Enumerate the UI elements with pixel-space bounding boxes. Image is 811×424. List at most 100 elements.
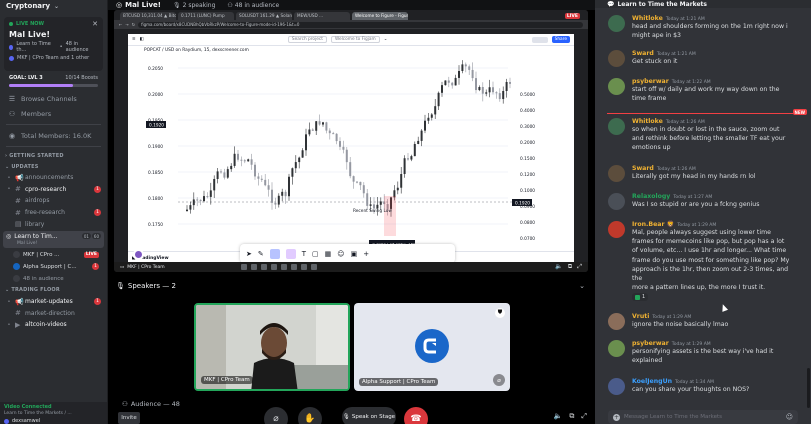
avatar[interactable] xyxy=(608,118,625,135)
shape-tool-icon[interactable] xyxy=(285,248,296,259)
user-avatar[interactable] xyxy=(4,418,9,424)
pen-tool-icon[interactable]: ✎ xyxy=(258,250,264,258)
screen-share[interactable]: BTCUSD 10,311.04 ▲ Bitcoin 0.1711 (LUNC)… xyxy=(114,10,588,272)
plus-icon[interactable]: + xyxy=(613,413,620,421)
author-name[interactable]: Sward xyxy=(632,165,654,172)
widget-icon[interactable]: ▣ xyxy=(351,250,358,258)
price-chart[interactable]: 0.20500.20000.19500.19000.18500.18000.17… xyxy=(128,46,574,258)
category-trading-floor[interactable]: ⌄ TRADING FLOOR xyxy=(0,285,107,296)
browser-tab-active[interactable]: Welcome to Figure - Figure xyxy=(352,12,408,20)
forward-icon[interactable]: → xyxy=(125,22,128,27)
reaction-chip[interactable]: 1 xyxy=(632,293,649,302)
author-name[interactable]: Whitloke xyxy=(632,118,663,125)
avatar[interactable] xyxy=(608,193,625,210)
channel-market-direction[interactable]: # market-direction xyxy=(0,308,107,320)
plus-icon[interactable]: + xyxy=(363,250,369,258)
stage-speaker[interactable]: Alpha Support | C... 1 xyxy=(0,261,107,273)
live-stage-card[interactable]: LIVE NOW ✕ Mal Live! Learn to Time th...… xyxy=(4,17,103,71)
popout-icon[interactable]: ⧉ xyxy=(569,412,574,421)
total-members[interactable]: ◉ Total Members: 16.0K xyxy=(0,128,107,143)
sticky-note-icon[interactable] xyxy=(269,248,280,259)
reload-icon[interactable]: ↻ xyxy=(132,22,135,27)
channel-cpro-research[interactable]: • # cpro-research 1 xyxy=(0,184,107,196)
channel-announcements[interactable]: • 📢 announcements xyxy=(0,172,107,184)
fullscreen-icon[interactable]: ⤢ xyxy=(581,412,587,421)
avatar[interactable] xyxy=(608,165,625,182)
invite-button[interactable]: Invite xyxy=(118,412,140,424)
welcome-tab[interactable]: Welcome to Figjam xyxy=(330,36,380,43)
chat-message[interactable]: psyberwar Today at 1:22 AM start off w/ da… xyxy=(595,77,805,103)
avatar[interactable] xyxy=(608,378,625,395)
members[interactable]: ⚇ Members xyxy=(0,106,107,121)
speaker-tile-avatar[interactable]: ⛊ Alpha Support | CPro Team ⌀ xyxy=(354,303,510,391)
emoji-icon[interactable]: ☺ xyxy=(786,413,793,421)
chat-message[interactable]: Relaxology Today at 1:27 AM Was I so stupi… xyxy=(595,192,805,210)
stage-channel[interactable]: ◎ Learn to Tim... 01 60 Mal Live! xyxy=(3,230,104,248)
chat-message[interactable]: Sward Today at 1:21 AM Get stuck on it xyxy=(595,49,805,67)
author-name[interactable]: Relaxology xyxy=(632,193,670,200)
author-name[interactable]: KoelJengUn xyxy=(632,378,672,385)
chat-message[interactable]: Sward Today at 1:26 AM Literally got my he… xyxy=(595,164,805,182)
raise-hand-button[interactable]: ✋ xyxy=(298,407,322,424)
speaker-tile-video[interactable]: MKF | CPro Team xyxy=(194,303,350,391)
author-name[interactable]: Whitloke xyxy=(632,15,663,22)
stage-speaker[interactable]: MKF | CPro ... LIVE xyxy=(0,249,107,261)
mute-button[interactable]: ⌀ xyxy=(264,407,288,424)
url-field[interactable]: figma.com/board/x8CUDNBhQbVbRkzP/Welcome… xyxy=(138,21,583,28)
avatar xyxy=(13,251,20,259)
browser-tab[interactable]: SOLUSDT 161.29 ▲ Solana xyxy=(236,12,292,20)
server-header[interactable]: Cryptonary ⌄ xyxy=(0,0,107,12)
back-icon[interactable]: ← xyxy=(119,22,122,27)
stage-audience[interactable]: 48 in audience xyxy=(0,273,107,285)
chat-scrollbar[interactable] xyxy=(807,368,810,408)
close-icon[interactable]: ✕ xyxy=(92,20,98,28)
voice-channel[interactable]: Learn to Time the Markets / ... xyxy=(4,411,103,416)
avatar[interactable] xyxy=(608,340,625,357)
avatar[interactable] xyxy=(608,221,625,238)
author-name[interactable]: psyberwar xyxy=(632,340,669,347)
boost-goal-row[interactable]: GOAL: LVL 3 10/14 Boosts xyxy=(0,75,107,81)
browser-tab[interactable]: BTCUSD 10,311.04 ▲ Bitcoin xyxy=(120,12,176,20)
message-text: and rethink before letting the smaller T… xyxy=(632,135,786,143)
channel-market-updates[interactable]: • 📢 market-updates 1 xyxy=(0,296,107,308)
channel-airdrops[interactable]: # airdrops xyxy=(0,195,107,207)
avatar[interactable] xyxy=(608,78,625,95)
text-tool-icon[interactable]: T xyxy=(302,250,306,258)
category-updates[interactable]: ⌄ UPDATES xyxy=(0,161,107,172)
browse-channels[interactable]: ☰ Browse Channels xyxy=(0,91,107,106)
avatar[interactable] xyxy=(608,50,625,67)
author-name[interactable]: Sward xyxy=(632,50,654,57)
volume-icon[interactable]: 🔈 xyxy=(555,263,562,271)
author-name[interactable]: Iron.Bear 🦁 xyxy=(632,221,674,228)
author-name[interactable]: psyberwar xyxy=(632,78,669,85)
cursor-tool-icon[interactable]: ➤ xyxy=(246,250,252,258)
menu-icon[interactable]: ≡ xyxy=(132,37,136,42)
popout-icon[interactable]: ⧉ xyxy=(568,263,572,271)
browser-tab[interactable]: MEW/USD ... xyxy=(294,12,350,20)
chat-message[interactable]: psyberwar Today at 1:29 AM personifying as… xyxy=(595,339,805,365)
category-getting-started[interactable]: › GETTING STARTED xyxy=(0,150,107,161)
chat-message-input[interactable]: + Message Learn to Time the Markets ☺ xyxy=(608,410,798,424)
speak-on-stage-button[interactable]: 🎙 Speak on Stage xyxy=(342,407,396,424)
chat-message[interactable]: KoelJengUn Today at 1:34 AM can you share … xyxy=(595,377,805,395)
search-project[interactable]: Search project xyxy=(287,36,327,43)
chat-message[interactable]: Vruti Today at 1:29 AM ignore the noise ba… xyxy=(595,312,805,330)
chat-message[interactable]: Iron.Bear 🦁 Today at 1:29 AM Mal, people a… xyxy=(595,220,805,302)
avatar[interactable] xyxy=(608,313,625,330)
chat-message[interactable]: Whitloke Today at 1:26 AM so when in doubt… xyxy=(595,117,805,153)
leave-stage-button[interactable]: ☎ xyxy=(404,407,428,424)
chevron-down-icon[interactable]: ⌄ xyxy=(579,282,585,290)
channel-free-research[interactable]: # free-research 1 xyxy=(0,207,107,219)
channel-library[interactable]: ▤ library xyxy=(0,218,107,230)
chat-message[interactable]: Whitloke Today at 1:21 AM head and shoulde… xyxy=(595,14,805,40)
author-name[interactable]: Vruti xyxy=(632,313,649,320)
section-tool-icon[interactable]: ▢ xyxy=(312,250,319,258)
channel-altcoin-videos[interactable]: • ▶ altcoin-videos xyxy=(0,319,107,331)
fullscreen-icon[interactable]: ⤢ xyxy=(577,263,582,271)
share-button[interactable]: Share xyxy=(551,36,570,43)
table-tool-icon[interactable]: ▦ xyxy=(325,250,332,258)
browser-tab[interactable]: 0.1711 (LUNC) Pump xyxy=(178,12,234,20)
stamp-tool-icon[interactable]: ☺ xyxy=(337,250,344,258)
avatar[interactable] xyxy=(608,15,625,32)
volume-icon[interactable]: 🔈 xyxy=(554,412,563,421)
